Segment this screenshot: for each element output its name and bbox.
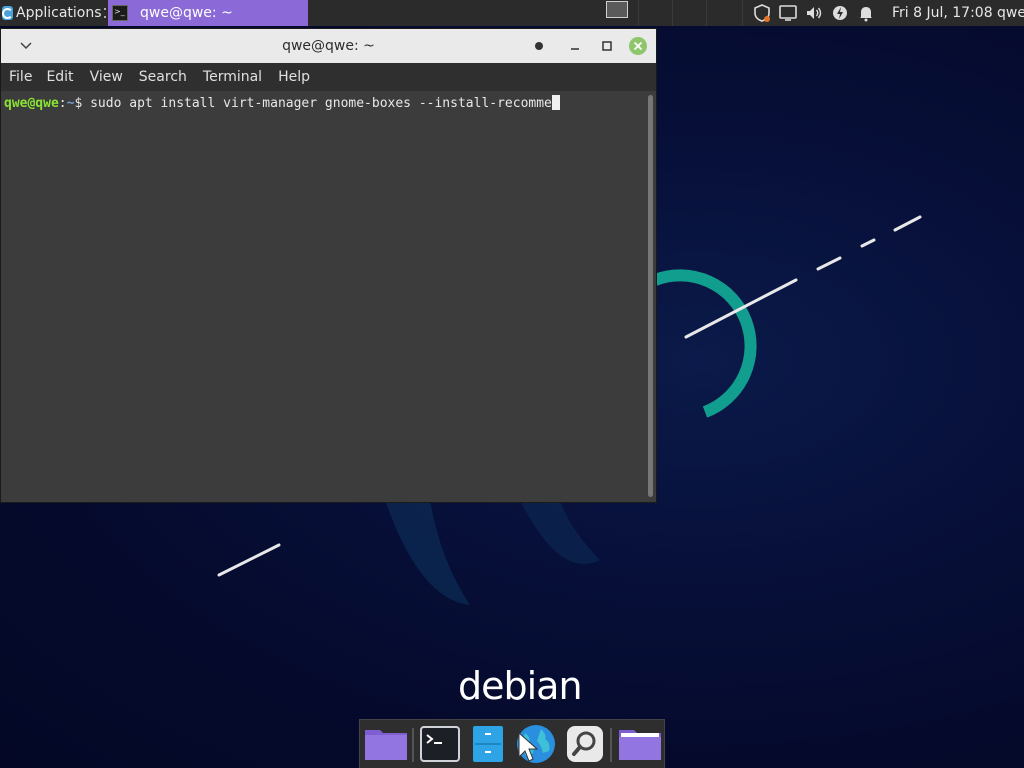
- terminal-icon[interactable]: [418, 725, 462, 763]
- notification-bell-icon[interactable]: [856, 3, 876, 23]
- menu-file[interactable]: File: [9, 67, 32, 87]
- terminal-scrollbar[interactable]: [648, 95, 653, 497]
- top-panel: Applications >_ qwe@qwe: ~ Fri 8 Jul, 17…: [0, 0, 1024, 26]
- clock[interactable]: Fri 8 Jul, 17:08: [892, 0, 993, 26]
- workspace-separator: [706, 0, 707, 26]
- menu-bar: File Edit View Search Terminal Help: [1, 63, 656, 91]
- prompt-user: qwe@qwe: [4, 96, 59, 111]
- sticky-dot-icon[interactable]: [530, 37, 548, 55]
- applications-menu[interactable]: Applications: [0, 0, 106, 26]
- prompt-symbol: $: [74, 96, 91, 111]
- user-menu[interactable]: qwe: [997, 0, 1024, 26]
- folder-icon[interactable]: [616, 725, 664, 763]
- window-titlebar[interactable]: qwe@qwe: ~: [1, 29, 656, 63]
- command-line: qwe@qwe:~$ sudo apt install virt-manager…: [4, 95, 560, 111]
- prompt-separator: :: [58, 96, 67, 111]
- dock-separator: [610, 728, 612, 762]
- terminal-window: qwe@qwe: ~ File Edit View Search Termina…: [0, 28, 657, 503]
- menu-search[interactable]: Search: [139, 67, 187, 87]
- shield-icon[interactable]: [752, 3, 772, 23]
- dock-separator: [412, 728, 414, 762]
- applications-icon: [2, 6, 13, 20]
- close-icon[interactable]: [629, 37, 647, 55]
- terminal-output[interactable]: qwe@qwe:~$ sudo apt install virt-manager…: [1, 91, 648, 502]
- folder-icon[interactable]: [362, 725, 410, 763]
- terminal-icon: >_: [112, 5, 128, 21]
- menu-help[interactable]: Help: [278, 67, 310, 87]
- workspace-separator: [742, 0, 743, 26]
- web-browser-icon[interactable]: [512, 725, 558, 763]
- menu-grip-icon: [103, 8, 106, 18]
- system-tray: [752, 0, 882, 26]
- menu-view[interactable]: View: [90, 67, 123, 87]
- minimize-icon[interactable]: [566, 37, 584, 55]
- menu-terminal[interactable]: Terminal: [203, 67, 262, 87]
- menu-edit[interactable]: Edit: [46, 67, 73, 87]
- taskbar-terminal-title: qwe@qwe: ~: [140, 5, 233, 21]
- taskbar-terminal-button[interactable]: >_ qwe@qwe: ~: [108, 0, 308, 26]
- workspace-separator: [638, 0, 639, 26]
- search-icon[interactable]: [564, 725, 606, 763]
- workspace-separator: [672, 0, 673, 26]
- file-manager-icon[interactable]: [468, 725, 508, 763]
- display-icon[interactable]: [778, 3, 798, 23]
- debian-logo: debian: [458, 664, 583, 708]
- dock: [359, 719, 665, 768]
- window-title: qwe@qwe: ~: [282, 38, 375, 54]
- text-cursor: [551, 95, 560, 110]
- workspace-switcher-1[interactable]: [606, 1, 628, 18]
- command-text: sudo apt install virt-manager gnome-boxe…: [90, 96, 552, 111]
- power-icon[interactable]: [830, 3, 850, 23]
- volume-icon[interactable]: [804, 3, 824, 23]
- applications-label: Applications: [16, 5, 102, 21]
- maximize-icon[interactable]: [598, 37, 616, 55]
